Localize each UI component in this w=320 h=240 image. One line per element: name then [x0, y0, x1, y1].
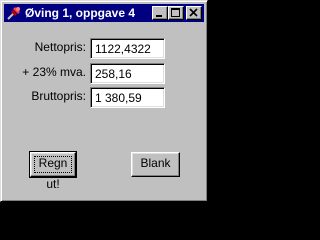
nettopris-label: Nettopris: [34, 40, 86, 54]
minimize-button[interactable] [152, 6, 168, 20]
close-button[interactable] [186, 6, 202, 20]
title-bar[interactable]: Øving 1, oppgave 4 [4, 4, 204, 22]
app-window: Øving 1, oppgave 4 Nettopris: 1122,4322 … [0, 0, 208, 202]
nettopris-field[interactable]: 1122,4322 [90, 38, 165, 59]
pin-icon[interactable] [6, 5, 22, 21]
maximize-icon [171, 8, 180, 17]
clear-button[interactable]: Blank [131, 152, 180, 177]
window-title: Øving 1, oppgave 4 [25, 6, 136, 20]
mva-label: + 23% mva. [22, 65, 86, 79]
calculate-button[interactable]: Regn ut! [29, 151, 77, 191]
bruttopris-label: Bruttopris: [31, 89, 86, 103]
bruttopris-field[interactable]: 1 380,59 [90, 87, 165, 108]
maximize-button[interactable] [168, 6, 184, 20]
calculate-button-label: Regn ut! [38, 156, 68, 191]
minimize-icon [156, 15, 162, 17]
clear-button-label: Blank [140, 156, 171, 170]
mva-field[interactable]: 258,16 [90, 63, 165, 84]
close-icon [189, 8, 198, 17]
